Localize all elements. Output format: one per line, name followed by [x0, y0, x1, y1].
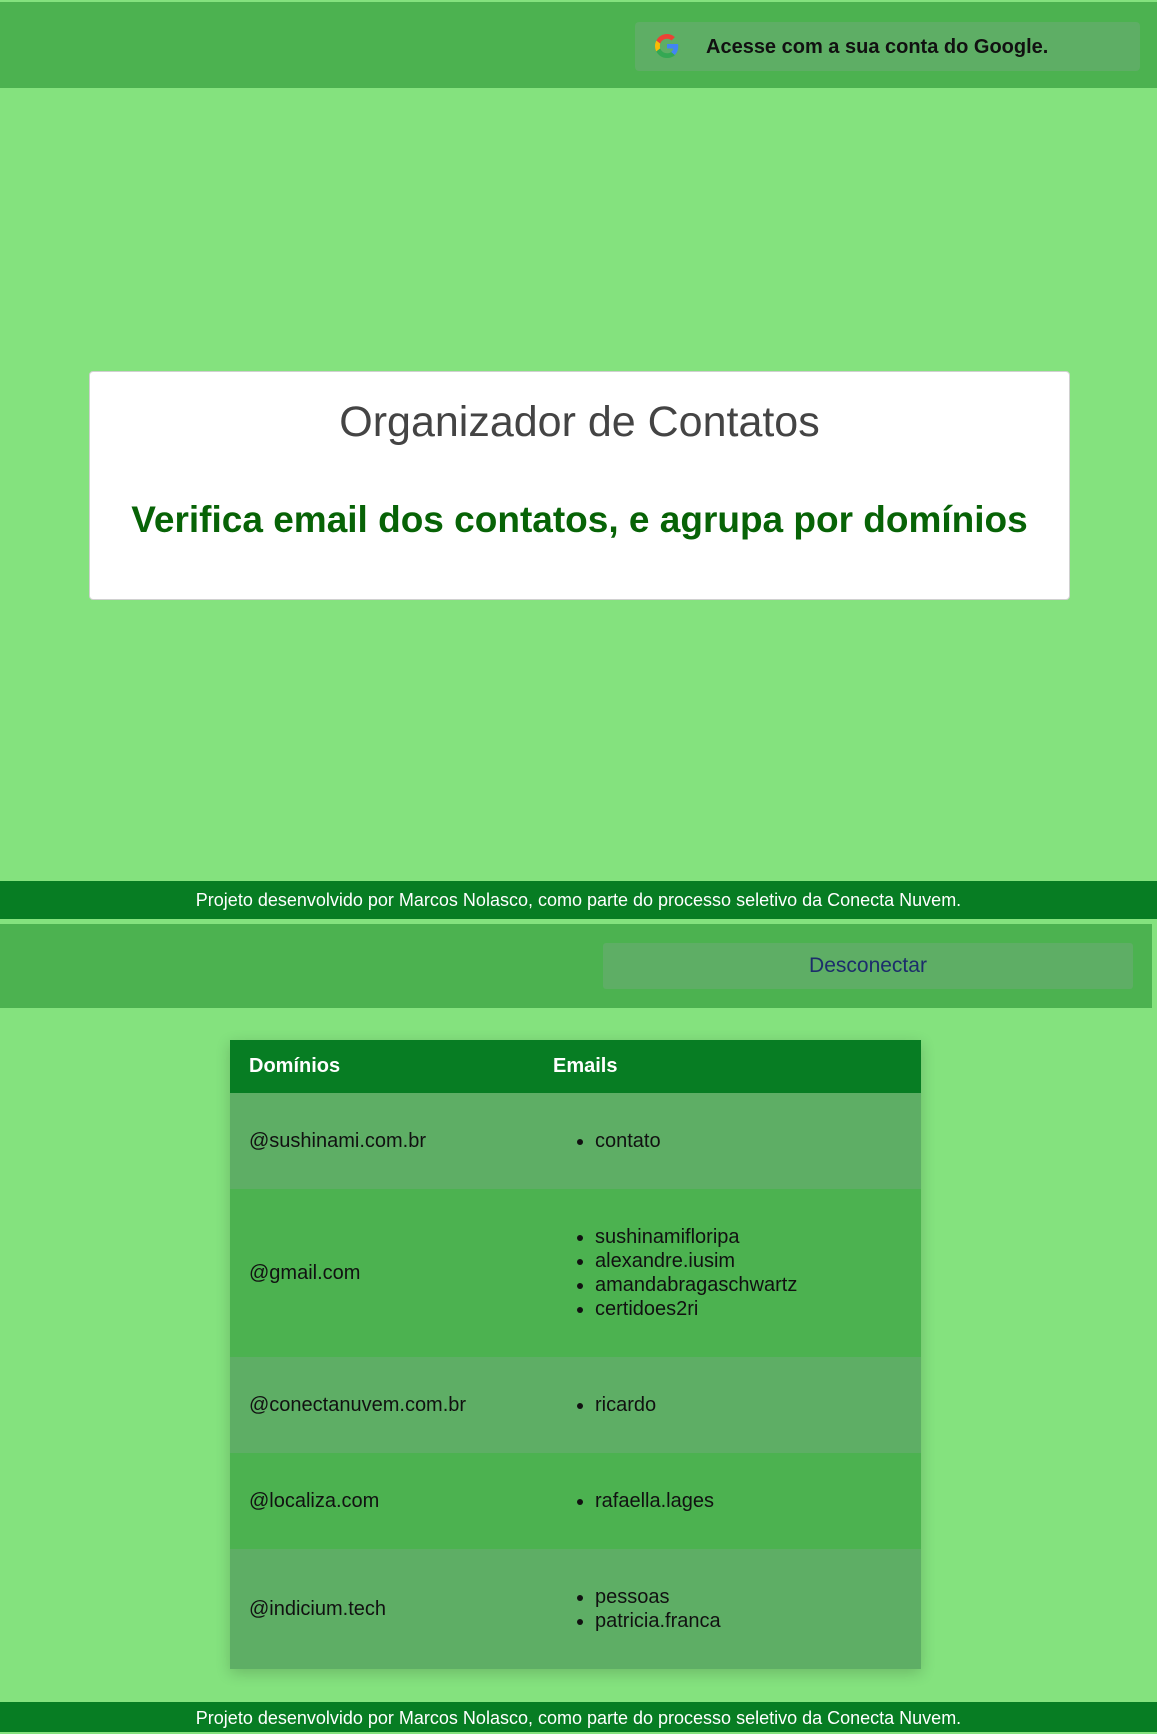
domain-cell: @conectanuvem.com.br — [249, 1393, 467, 1416]
login-view: Acesse com a sua conta do Google. Organi… — [0, 0, 1157, 922]
table-row: @localiza.com rafaella.lages — [230, 1453, 921, 1549]
page-title: Organizador de Contatos — [339, 398, 820, 446]
table-row: @gmail.com sushinamifloripa alexandre.iu… — [230, 1189, 921, 1357]
hero-card: Organizador de Contatos Verifica email d… — [89, 371, 1070, 600]
footer: Projeto desenvolvido por Marcos Nolasco,… — [0, 881, 1157, 919]
email-item: rafaella.lages — [595, 1489, 921, 1513]
email-list: pessoas patricia.franca — [553, 1585, 921, 1633]
domain-cell: @sushinami.com.br — [249, 1129, 427, 1152]
email-item: contato — [595, 1129, 921, 1153]
email-item: certidoes2ri — [595, 1297, 921, 1321]
top-header: Acesse com a sua conta do Google. — [0, 2, 1157, 88]
emails-cell: ricardo — [553, 1357, 921, 1453]
email-item: ricardo — [595, 1393, 921, 1417]
table-row: @indicium.tech pessoas patricia.franca — [230, 1549, 921, 1669]
table-row: @sushinami.com.br contato — [230, 1093, 921, 1189]
email-list: ricardo — [553, 1393, 921, 1417]
disconnect-button[interactable]: Desconectar — [603, 943, 1133, 989]
table-header-row: Domínios Emails — [230, 1040, 921, 1093]
emails-cell: pessoas patricia.franca — [553, 1549, 921, 1669]
contacts-view: Desconectar Domínios Emails @sushinami.c… — [0, 922, 1157, 1732]
email-item: amandabragaschwartz — [595, 1273, 921, 1297]
emails-cell: rafaella.lages — [553, 1453, 921, 1549]
column-header-emails: Emails — [553, 1055, 618, 1077]
email-item: patricia.franca — [595, 1609, 921, 1633]
emails-cell: sushinamifloripa alexandre.iusim amandab… — [553, 1189, 921, 1357]
domains-table: Domínios Emails @sushinami.com.br contat… — [230, 1040, 921, 1669]
footer: Projeto desenvolvido por Marcos Nolasco,… — [0, 1702, 1157, 1732]
email-list: sushinamifloripa alexandre.iusim amandab… — [553, 1225, 921, 1321]
emails-cell: contato — [553, 1093, 921, 1189]
page-subtitle: Verifica email dos contatos, e agrupa po… — [131, 499, 1028, 540]
email-list: contato — [553, 1129, 921, 1153]
google-login-label: Acesse com a sua conta do Google. — [706, 36, 1049, 58]
table-row: @conectanuvem.com.br ricardo — [230, 1357, 921, 1453]
top-header: Desconectar — [0, 924, 1152, 1008]
email-item: sushinamifloripa — [595, 1225, 921, 1249]
domain-cell: @gmail.com — [249, 1261, 361, 1284]
email-item: alexandre.iusim — [595, 1249, 921, 1273]
google-login-button[interactable]: Acesse com a sua conta do Google. — [635, 22, 1140, 71]
column-header-domains: Domínios — [249, 1055, 341, 1077]
google-icon — [655, 34, 679, 58]
domain-cell: @localiza.com — [249, 1489, 380, 1512]
email-list: rafaella.lages — [553, 1489, 921, 1513]
domain-cell: @indicium.tech — [249, 1597, 387, 1620]
email-item: pessoas — [595, 1585, 921, 1609]
